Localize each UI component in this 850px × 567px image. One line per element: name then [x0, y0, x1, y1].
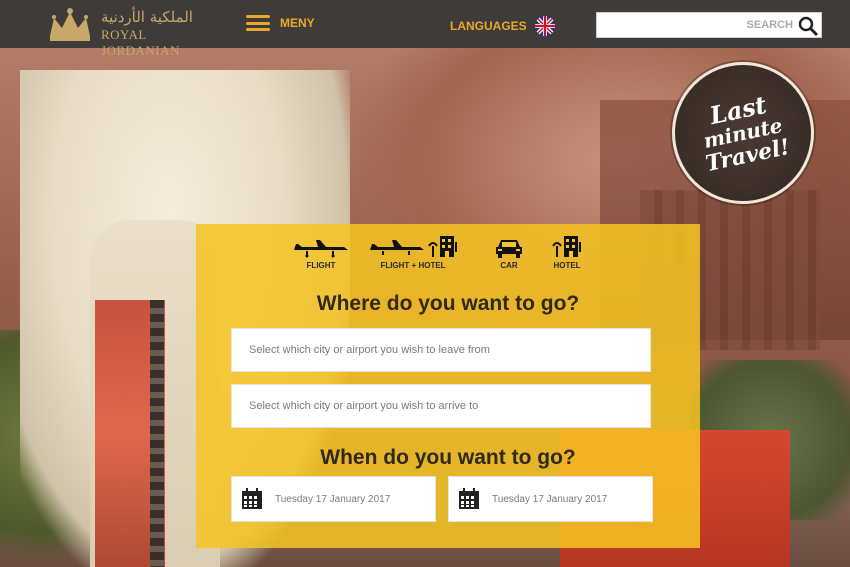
languages-button[interactable]: LANGUAGES	[450, 16, 555, 36]
tab-flight-label: FLIGHT	[306, 261, 336, 270]
tab-hotel-label: HOTEL	[553, 261, 581, 270]
tab-flight-hotel-label: FLIGHT + HOTEL	[380, 261, 446, 270]
logo-arabic-text: الملكية الأردنية	[101, 8, 193, 26]
where-heading: Where do you want to go?	[316, 292, 580, 315]
arrival-input[interactable]	[232, 385, 650, 427]
departure-date-picker[interactable]: Tuesday 17 January 2017	[231, 476, 436, 522]
menu-label: MENY	[280, 16, 315, 30]
hamburger-icon	[246, 15, 270, 31]
return-date-text: Tuesday 17 January 2017	[492, 493, 608, 505]
plane-icon	[370, 240, 424, 255]
search-box	[596, 12, 822, 38]
return-date-picker[interactable]: Tuesday 17 January 2017	[448, 476, 653, 522]
top-navigation-bar: الملكية الأردنية ROYAL JORDANIAN MENY LA…	[0, 0, 850, 58]
search-icon[interactable]	[797, 15, 819, 37]
menu-button[interactable]: MENY	[246, 15, 315, 31]
arrival-field	[231, 384, 651, 428]
booking-tabs: FLIGHT FLIGHT + HOTEL CAR HOTEL	[196, 230, 700, 274]
logo-english-text: ROYAL JORDANIAN	[101, 27, 180, 58]
last-minute-travel-badge[interactable]: Last minute Travel!	[672, 62, 814, 204]
departure-date-text: Tuesday 17 January 2017	[275, 493, 391, 505]
tab-car-label: CAR	[500, 261, 518, 270]
search-input[interactable]	[597, 13, 799, 37]
calendar-icon	[459, 488, 479, 509]
tab-flight[interactable]: FLIGHT	[292, 230, 350, 270]
uk-flag-icon	[534, 16, 555, 36]
hotel-icon	[552, 236, 581, 257]
booking-panel: FLIGHT FLIGHT + HOTEL CAR HOTEL Where do…	[196, 224, 700, 548]
royal-jordanian-logo[interactable]: الملكية الأردنية ROYAL JORDANIAN	[46, 6, 216, 58]
departure-field	[231, 328, 651, 372]
plane-icon	[294, 240, 348, 258]
tab-flight-hotel[interactable]: FLIGHT + HOTEL	[368, 230, 458, 270]
languages-label: LANGUAGES	[450, 19, 527, 33]
car-icon	[496, 240, 522, 258]
tab-hotel[interactable]: HOTEL	[552, 230, 582, 270]
when-heading: When do you want to go?	[320, 446, 576, 469]
hotel-icon	[428, 236, 457, 257]
departure-input[interactable]	[232, 329, 650, 371]
calendar-icon	[242, 488, 262, 509]
tab-car[interactable]: CAR	[495, 230, 523, 270]
crown-icon	[50, 8, 90, 41]
